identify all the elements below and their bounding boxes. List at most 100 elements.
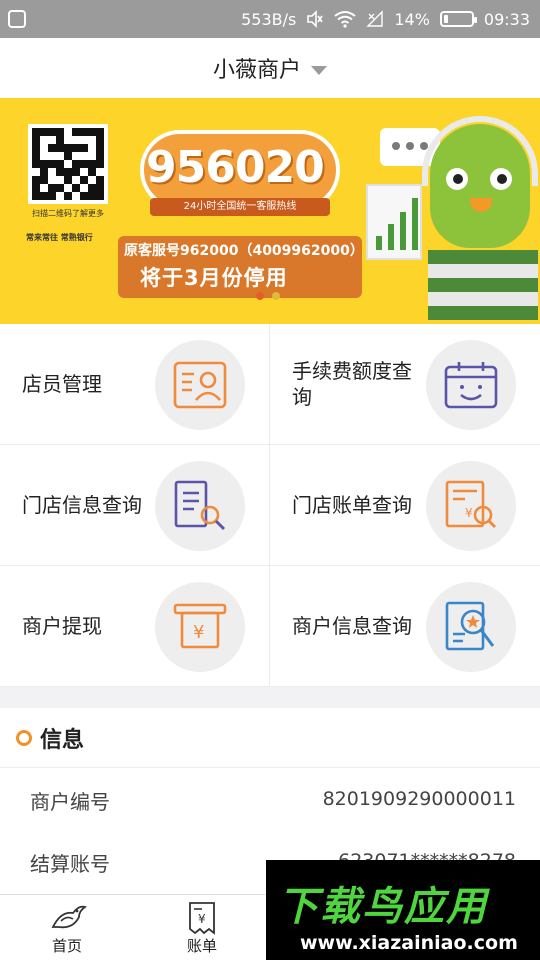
menu-item-staff-management[interactable]: 店员管理 bbox=[0, 324, 270, 445]
mascot-bird bbox=[430, 124, 530, 248]
qr-module bbox=[40, 160, 48, 168]
qr-module bbox=[88, 160, 96, 168]
qr-module bbox=[72, 136, 80, 144]
qr-module bbox=[32, 184, 40, 192]
qr-module bbox=[48, 144, 56, 152]
document-search-icon bbox=[155, 461, 245, 551]
network-speed: 553B/s bbox=[241, 9, 297, 29]
info-key: 商户编号 bbox=[30, 790, 110, 814]
chevron-down-icon[interactable] bbox=[311, 65, 327, 75]
qr-module bbox=[72, 168, 80, 176]
qr-module bbox=[88, 152, 96, 160]
qr-module bbox=[56, 168, 64, 176]
menu-item-label: 门店账单查询 bbox=[292, 493, 412, 517]
qr-module bbox=[88, 144, 96, 152]
staff-card-icon bbox=[155, 340, 245, 430]
banner-dot-2[interactable] bbox=[272, 292, 280, 300]
merchant-selector[interactable]: 小薇商户 bbox=[213, 52, 301, 84]
qr-module bbox=[96, 152, 104, 160]
qr-module bbox=[56, 160, 64, 168]
qr-pattern bbox=[32, 128, 104, 200]
mute-icon bbox=[307, 10, 323, 28]
app-notification-icon bbox=[8, 10, 26, 28]
qr-module bbox=[72, 192, 80, 200]
banner-pagination[interactable] bbox=[256, 292, 280, 300]
svg-text:¥: ¥ bbox=[465, 506, 473, 520]
tab-label: 首页 bbox=[51, 937, 82, 955]
qr-module bbox=[40, 184, 48, 192]
star-doc-search-icon bbox=[426, 582, 516, 672]
qr-module bbox=[40, 176, 48, 184]
menu-item-store-info-query[interactable]: 门店信息查询 bbox=[0, 445, 270, 566]
qr-module bbox=[80, 176, 88, 184]
svg-text:¥: ¥ bbox=[193, 622, 204, 643]
signal-icon bbox=[366, 10, 384, 27]
function-grid: 店员管理 手续费额度查询 门店信息查询 门店账单查询 ¥ 商户提现 ¥ 商户信息… bbox=[0, 324, 540, 687]
qr-module bbox=[56, 136, 64, 144]
qr-module bbox=[80, 160, 88, 168]
qr-module bbox=[64, 160, 72, 168]
hotline-number: 956020 bbox=[146, 142, 325, 193]
menu-item-store-bill-query[interactable]: 门店账单查询 ¥ bbox=[270, 445, 540, 566]
app-header: 小薇商户 bbox=[0, 38, 540, 98]
menu-item-merchant-info-query[interactable]: 商户信息查询 bbox=[270, 566, 540, 687]
menu-item-label: 商户提现 bbox=[22, 614, 102, 638]
clock: 09:33 bbox=[483, 9, 530, 29]
qr-module bbox=[88, 192, 96, 200]
notice-line-2: 将于3月份停用 bbox=[140, 266, 288, 290]
mascot-eye-left bbox=[446, 168, 468, 190]
qr-module bbox=[88, 128, 96, 136]
yuan-withdraw-icon: ¥ bbox=[155, 582, 245, 672]
qr-module bbox=[72, 144, 80, 152]
qr-module bbox=[72, 128, 80, 136]
qr-module bbox=[40, 168, 48, 176]
qr-module bbox=[96, 144, 104, 152]
qr-module bbox=[40, 144, 48, 152]
qr-module bbox=[32, 128, 40, 136]
tab-home[interactable]: 首页 bbox=[12, 895, 122, 960]
menu-item-label: 商户信息查询 bbox=[292, 614, 412, 638]
qr-module bbox=[80, 128, 88, 136]
qr-module bbox=[56, 176, 64, 184]
menu-item-label: 手续费额度查询 bbox=[292, 359, 412, 409]
qr-module bbox=[80, 184, 88, 192]
info-header: 信息 bbox=[0, 708, 540, 768]
qr-module bbox=[48, 136, 56, 144]
battery-percent: 14% bbox=[394, 9, 430, 29]
qr-module bbox=[96, 160, 104, 168]
tab-label: 账单 bbox=[186, 937, 217, 955]
qr-module bbox=[64, 136, 72, 144]
qr-module bbox=[72, 176, 80, 184]
qr-module bbox=[48, 168, 56, 176]
watermark-url: www.xiazainiao.com bbox=[300, 932, 518, 954]
qr-module bbox=[48, 160, 56, 168]
qr-module bbox=[64, 192, 72, 200]
qr-module bbox=[32, 160, 40, 168]
wifi-icon bbox=[334, 11, 356, 28]
qr-module bbox=[48, 184, 56, 192]
qr-module bbox=[80, 192, 88, 200]
qr-module bbox=[64, 184, 72, 192]
qr-caption: 扫描二维码了解更多 bbox=[32, 209, 104, 218]
banner-dot-1[interactable] bbox=[256, 292, 264, 300]
qr-module bbox=[32, 152, 40, 160]
menu-item-merchant-withdraw[interactable]: 商户提现 ¥ bbox=[0, 566, 270, 687]
qr-module bbox=[56, 144, 64, 152]
qr-module bbox=[32, 144, 40, 152]
qr-module bbox=[96, 176, 104, 184]
battery-icon bbox=[439, 11, 477, 27]
status-bar: 553B/s 14% 09:33 bbox=[0, 0, 540, 38]
qr-module bbox=[72, 184, 80, 192]
bill-icon: ¥ bbox=[189, 902, 215, 935]
bar-chart-icon bbox=[366, 184, 422, 260]
qr-module bbox=[96, 192, 104, 200]
qr-module bbox=[88, 176, 96, 184]
qr-module bbox=[56, 128, 64, 136]
qr-module bbox=[40, 192, 48, 200]
status-bar-right: 553B/s 14% 09:33 bbox=[241, 0, 530, 38]
menu-item-fee-quota-query[interactable]: 手续费额度查询 bbox=[270, 324, 540, 445]
tab-bill[interactable]: ¥ 账单 bbox=[147, 895, 257, 960]
qr-module bbox=[80, 136, 88, 144]
qr-module bbox=[80, 144, 88, 152]
qr-module bbox=[96, 184, 104, 192]
